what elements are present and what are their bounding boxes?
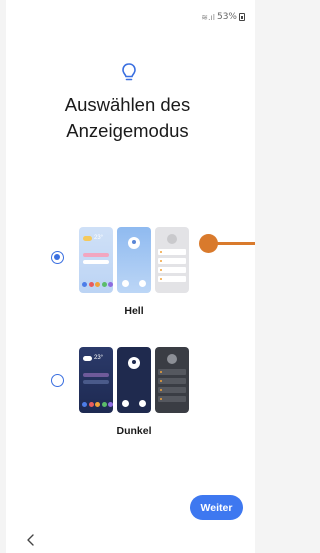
- page-title-line-1: Auswählen des: [64, 94, 191, 115]
- dark-mode-radio[interactable]: [51, 374, 64, 387]
- profile-icon: [167, 234, 177, 244]
- next-button[interactable]: Weiter: [190, 495, 243, 520]
- battery-percent: 53%: [216, 12, 237, 22]
- app-icons: [82, 402, 113, 407]
- message-icon: [139, 400, 146, 407]
- call-icon: [122, 280, 129, 287]
- light-mode-preview[interactable]: 23°: [79, 227, 189, 293]
- widget-bar: [83, 260, 109, 264]
- chevron-left-icon[interactable]: [24, 532, 38, 548]
- page-title-line-2: Anzeigemodus: [66, 120, 189, 141]
- signal-icon: ≋.ıl: [201, 12, 215, 22]
- dark-mode-label: Dunkel: [116, 425, 152, 437]
- lightbulb-icon: [122, 63, 136, 81]
- settings-screen-preview: [155, 227, 189, 293]
- settings-row: [158, 249, 186, 255]
- weather-temp: 23°: [94, 355, 104, 361]
- weather-widget: 23°: [83, 235, 103, 241]
- dark-mode-preview[interactable]: 23°: [79, 347, 189, 413]
- contact-screen-preview: [117, 347, 151, 413]
- light-mode-label: Hell: [124, 305, 144, 317]
- widget-bar: [83, 253, 109, 257]
- settings-row: [158, 369, 186, 375]
- profile-icon: [167, 354, 177, 364]
- settings-row: [158, 258, 186, 264]
- touch-indicator: [199, 234, 218, 253]
- avatar-icon: [128, 237, 140, 249]
- avatar-icon: [128, 357, 140, 369]
- settings-row: [158, 378, 186, 384]
- weather-widget: 23°: [83, 355, 103, 361]
- settings-screen-preview: [155, 347, 189, 413]
- settings-row: [158, 387, 186, 393]
- widget-bar: [83, 380, 109, 384]
- cloud-icon: [83, 355, 92, 361]
- widget-bar: [83, 373, 109, 377]
- light-mode-radio[interactable]: [51, 251, 64, 264]
- app-icons: [82, 282, 113, 287]
- home-screen-preview: 23°: [79, 347, 113, 413]
- page-title: Auswählen des Anzeigemodus: [0, 92, 255, 144]
- battery-icon: [239, 13, 245, 21]
- message-icon: [139, 280, 146, 287]
- call-icon: [122, 400, 129, 407]
- settings-row: [158, 396, 186, 402]
- settings-row: [158, 276, 186, 282]
- contact-screen-preview: [117, 227, 151, 293]
- settings-row: [158, 267, 186, 273]
- weather-temp: 23°: [94, 235, 104, 241]
- home-screen-preview: 23°: [79, 227, 113, 293]
- cloud-icon: [83, 235, 92, 241]
- status-bar: ≋.ıl 53%: [201, 12, 245, 22]
